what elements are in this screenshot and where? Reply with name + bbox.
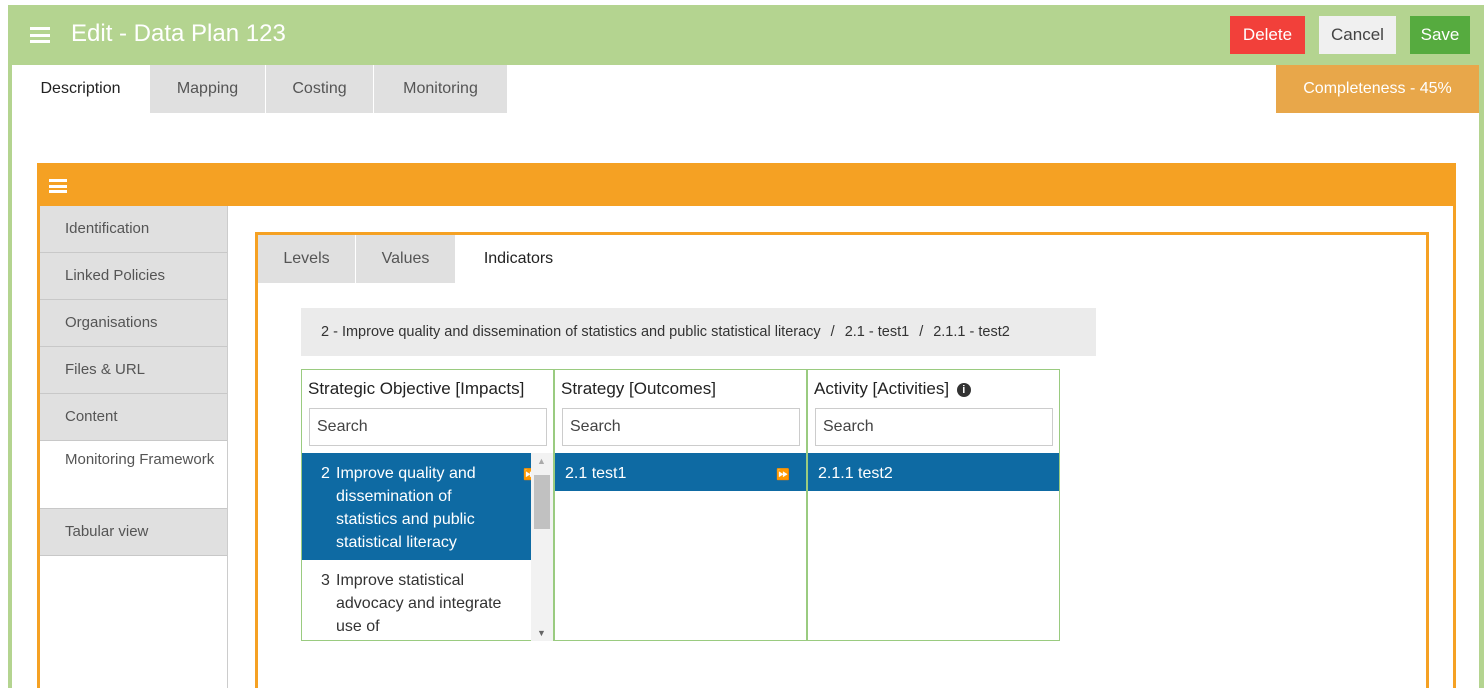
breadcrumb-separator: / (919, 324, 924, 340)
column-strategic-objective: Strategic Objective [Impacts] 2 Improve … (301, 369, 554, 641)
sidebar-item-files-url[interactable]: Files & URL (40, 347, 227, 394)
breadcrumb-item[interactable]: 2.1.1 - test2 (933, 324, 1010, 340)
sidebar-item-monitoring-framework[interactable]: Monitoring Framework (40, 441, 227, 509)
tab-levels[interactable]: Levels (258, 235, 356, 283)
item-list: 2.1.1 test2 (808, 453, 1059, 641)
search-input[interactable] (815, 408, 1053, 446)
tab-mapping[interactable]: Mapping (150, 65, 266, 113)
list-item[interactable]: 2.1.1 test2 (808, 453, 1059, 491)
sidebar-item-organisations[interactable]: Organisations (40, 300, 227, 347)
info-icon[interactable]: i (956, 383, 971, 397)
tab-values[interactable]: Values (356, 235, 456, 283)
item-text: 2.1 test1 (565, 465, 627, 482)
app-frame: Edit - Data Plan 123 Delete Cancel Save … (8, 5, 1484, 688)
breadcrumb-separator: / (830, 324, 835, 340)
sidebar-item-tabular-view[interactable]: Tabular view (40, 509, 227, 556)
column-title: Activity [Activities] i (814, 379, 971, 399)
cancel-button[interactable]: Cancel (1319, 16, 1396, 54)
item-text: Improve quality and dissemination of sta… (336, 465, 476, 551)
top-bar: Edit - Data Plan 123 Delete Cancel Save (8, 5, 1484, 65)
list-item[interactable]: 2 Improve quality and dissemination of s… (302, 453, 553, 560)
completeness-badge: Completeness - 45% (1276, 65, 1479, 113)
breadcrumb-item[interactable]: 2 - Improve quality and dissemination of… (321, 324, 821, 340)
panel-header (40, 166, 1453, 206)
tab-description[interactable]: Description (12, 65, 150, 113)
sidebar-item-content[interactable]: Content (40, 394, 227, 441)
scroll-up-icon[interactable]: ▲ (537, 456, 546, 466)
menu-icon[interactable] (30, 27, 50, 43)
main-tabs: Description Mapping Costing Monitoring (12, 65, 508, 113)
scrollbar[interactable]: ▲ ▼ (531, 453, 553, 641)
item-list: 2 Improve quality and dissemination of s… (302, 453, 553, 641)
item-text: 2.1.1 test2 (818, 465, 893, 482)
column-title: Strategy [Outcomes] (561, 379, 716, 398)
monitoring-framework-panel: Levels Values Indicators 2 - Improve qua… (255, 232, 1429, 688)
search-input[interactable] (562, 408, 800, 446)
column-title-text: Activity [Activities] (814, 379, 950, 398)
fast-forward-icon[interactable]: ⏩ (776, 464, 790, 487)
search-input[interactable] (309, 408, 547, 446)
breadcrumb: 2 - Improve quality and dissemination of… (301, 308, 1096, 356)
item-text: Improve statistical advocacy and integra… (336, 572, 502, 635)
list-item[interactable]: 3 Improve statistical advocacy and integ… (302, 560, 553, 641)
tab-costing[interactable]: Costing (266, 65, 374, 113)
list-item[interactable]: 2.1 test1 ⏩ (555, 453, 806, 491)
sub-tabs: Levels Values Indicators (258, 235, 582, 283)
column-strategy: Strategy [Outcomes] 2.1 test1 ⏩ (554, 369, 807, 641)
scroll-down-icon[interactable]: ▼ (537, 628, 546, 638)
item-number: 3 (321, 572, 330, 589)
item-number: 2 (321, 465, 330, 482)
page-title: Edit - Data Plan 123 (71, 20, 286, 47)
tab-indicators[interactable]: Indicators (456, 235, 582, 283)
save-button[interactable]: Save (1410, 16, 1470, 54)
description-panel: Identification Linked Policies Organisat… (37, 163, 1456, 688)
scrollbar-thumb[interactable] (534, 475, 550, 529)
column-activity: Activity [Activities] i 2.1.1 test2 (807, 369, 1060, 641)
item-list: 2.1 test1 ⏩ (555, 453, 806, 641)
main-content: Description Mapping Costing Monitoring C… (12, 65, 1479, 688)
sidebar-item-identification[interactable]: Identification (40, 206, 227, 253)
section-sidebar: Identification Linked Policies Organisat… (40, 206, 228, 688)
panel-menu-icon[interactable] (49, 179, 67, 193)
sidebar-item-linked-policies[interactable]: Linked Policies (40, 253, 227, 300)
breadcrumb-item[interactable]: 2.1 - test1 (845, 324, 909, 340)
hierarchy-columns: Strategic Objective [Impacts] 2 Improve … (301, 369, 1060, 641)
tab-monitoring[interactable]: Monitoring (374, 65, 508, 113)
delete-button[interactable]: Delete (1230, 16, 1305, 54)
column-title: Strategic Objective [Impacts] (308, 379, 525, 398)
